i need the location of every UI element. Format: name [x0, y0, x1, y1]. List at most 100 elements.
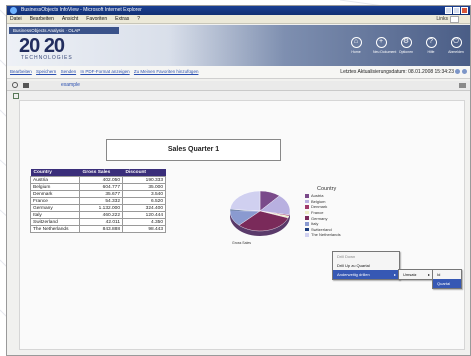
action-links: Bearbeiten Speichern Senden In PDF-Forma…	[10, 66, 201, 78]
logout-button[interactable]: ⏻ Abmelden	[448, 37, 464, 54]
column-header[interactable]: Country	[30, 169, 80, 177]
table-cell: 460.222	[79, 211, 123, 219]
report-toolbar	[7, 91, 470, 100]
submenu-item-quartal[interactable]: Quartal	[433, 279, 461, 288]
column-header[interactable]: Discount	[122, 169, 166, 177]
table-cell: 6.520	[122, 197, 166, 205]
context-submenu-2: Id Quartal	[432, 269, 462, 289]
edit-link[interactable]: Bearbeiten	[10, 69, 32, 74]
table-row: The Netherlands 843.888 98.443	[30, 225, 166, 233]
table-row: Italy 460.222 120.444	[30, 211, 166, 219]
new-document-button[interactable]: + Neu Dokument	[373, 37, 397, 54]
submenu-arrow-icon: ▸	[427, 272, 430, 277]
table-cell: 402.050	[79, 176, 123, 184]
table-cell: 54.332	[79, 197, 123, 205]
context-item-drill-up[interactable]: Drill Up zu Quartal	[333, 261, 399, 270]
table-row: Switzerland 42.011 4.350	[30, 218, 166, 226]
context-menu: Drill Down Drill Up zu Quartal Anderweit…	[332, 251, 400, 280]
logout-icon: ⏻	[450, 37, 462, 48]
legend-label: Switzerland	[311, 226, 332, 232]
submenu-arrow-icon: ▸	[393, 272, 396, 277]
document-name: example	[61, 82, 80, 88]
context-item-drill-other[interactable]: Anderweitig drillen ▸	[333, 270, 399, 279]
logout-label: Abmelden	[448, 50, 464, 54]
legend-label: Denmark	[311, 204, 328, 210]
table-cell: 35.000	[122, 183, 166, 191]
table-cell: 604.777	[79, 183, 123, 191]
pie-caption: Gross Sales	[232, 241, 252, 245]
home-button[interactable]: ⌂ Home	[348, 37, 364, 54]
table-cell[interactable]: Belgium	[30, 183, 80, 191]
help-icon: ?	[425, 37, 437, 48]
settings-icon[interactable]	[462, 69, 467, 74]
legend-label: Belgium	[311, 198, 326, 204]
folder-icon[interactable]	[23, 83, 29, 88]
refresh-icon[interactable]	[455, 69, 460, 74]
legend-swatch	[305, 227, 309, 232]
action-links-bar: Bearbeiten Speichern Senden In PDF-Forma…	[7, 66, 470, 79]
legend-swatch	[305, 194, 309, 198]
legend-title: Country	[317, 186, 337, 192]
legend-swatch	[305, 205, 309, 209]
table-header-row: Country Gross Sales Discount	[30, 169, 166, 177]
table-cell: 98.443	[122, 225, 166, 233]
legend-label: Austria	[311, 193, 324, 199]
table-cell: 1.132.000	[79, 204, 123, 212]
table-cell[interactable]: Germany	[30, 204, 80, 212]
expand-icon[interactable]	[459, 83, 466, 88]
minimize-icon[interactable]	[445, 7, 452, 14]
pie-slice-the-netherlands[interactable]	[229, 190, 261, 212]
menu-item-help[interactable]: ?	[137, 15, 140, 23]
maximize-icon[interactable]	[453, 7, 460, 14]
save-link[interactable]: Speichern	[36, 69, 56, 74]
legend-swatch	[305, 199, 309, 204]
menu-item-ansicht[interactable]: Ansicht	[62, 15, 78, 23]
table-cell[interactable]: Austria	[30, 176, 80, 184]
pie-chart[interactable]	[225, 187, 295, 243]
options-button[interactable]: ⚙ Optionen	[398, 37, 414, 54]
context-item-drill-down[interactable]: Drill Down	[333, 252, 399, 261]
table-cell[interactable]: Denmark	[30, 190, 80, 198]
table-cell[interactable]: Italy	[30, 211, 80, 219]
menu-item-favoriten[interactable]: Favoriten	[86, 15, 107, 23]
menu-item-extras[interactable]: Extras	[115, 15, 129, 23]
home-label: Home	[351, 50, 361, 54]
legend-swatch	[305, 222, 309, 226]
app-header: BusinessObjects Analysis · OLAP 20 20 TE…	[7, 25, 470, 66]
table-row: Denmark 35.677 3.540	[30, 190, 166, 198]
send-link[interactable]: Senden	[61, 69, 77, 74]
refresh-icons	[455, 69, 467, 74]
table-cell[interactable]: France	[30, 197, 80, 205]
help-label: Hilfe	[427, 50, 435, 54]
table-cell: 42.011	[79, 218, 123, 226]
new-document-label: Neu Dokument	[373, 50, 397, 54]
logo-subtitle: TECHNOLOGIES	[21, 55, 73, 61]
legend-label: Germany	[311, 215, 328, 221]
filter-icon[interactable]	[13, 93, 19, 99]
table-row: Germany 1.132.000 324.400	[30, 204, 166, 212]
table-cell[interactable]: Switzerland	[30, 218, 80, 226]
submenu-item-id[interactable]: Id	[433, 270, 461, 279]
menu-bar: Datei Bearbeiten Ansicht Favoriten Extra…	[7, 15, 470, 24]
table-cell: 190.333	[122, 176, 166, 184]
submenu-item-umsatz[interactable]: Umsatz ▸	[399, 270, 433, 279]
browser-window: BusinessObjects InfoView - Microsoft Int…	[6, 5, 471, 356]
app-toolbar: ⌂ Home + Neu Dokument ⚙ Optionen ? Hilfe…	[348, 37, 464, 54]
table-cell[interactable]: The Netherlands	[30, 225, 80, 233]
window-controls	[445, 7, 468, 14]
links-button[interactable]: Links	[436, 15, 448, 24]
menu-item-datei[interactable]: Datei	[10, 15, 22, 23]
menu-item-bearbeiten[interactable]: Bearbeiten	[30, 15, 54, 23]
new-document-icon: +	[375, 37, 387, 48]
last-refresh-status: Letztes Aktualisierungsdatum: 08.01.2008…	[340, 69, 454, 75]
help-button[interactable]: ? Hilfe	[423, 37, 439, 54]
legend-label: Italy	[311, 221, 319, 227]
app-tab[interactable]: BusinessObjects Analysis · OLAP	[9, 27, 119, 34]
pdf-link[interactable]: In PDF-Format anzeigen	[80, 69, 129, 74]
close-icon[interactable]	[461, 7, 468, 14]
zoom-icon[interactable]	[12, 82, 18, 88]
logo: 20 20	[19, 35, 65, 57]
home-icon: ⌂	[350, 37, 362, 48]
add-favorites-link[interactable]: Zu Meinen Favoriten hinzufügen	[134, 69, 199, 74]
column-header[interactable]: Gross Sales	[79, 169, 123, 177]
